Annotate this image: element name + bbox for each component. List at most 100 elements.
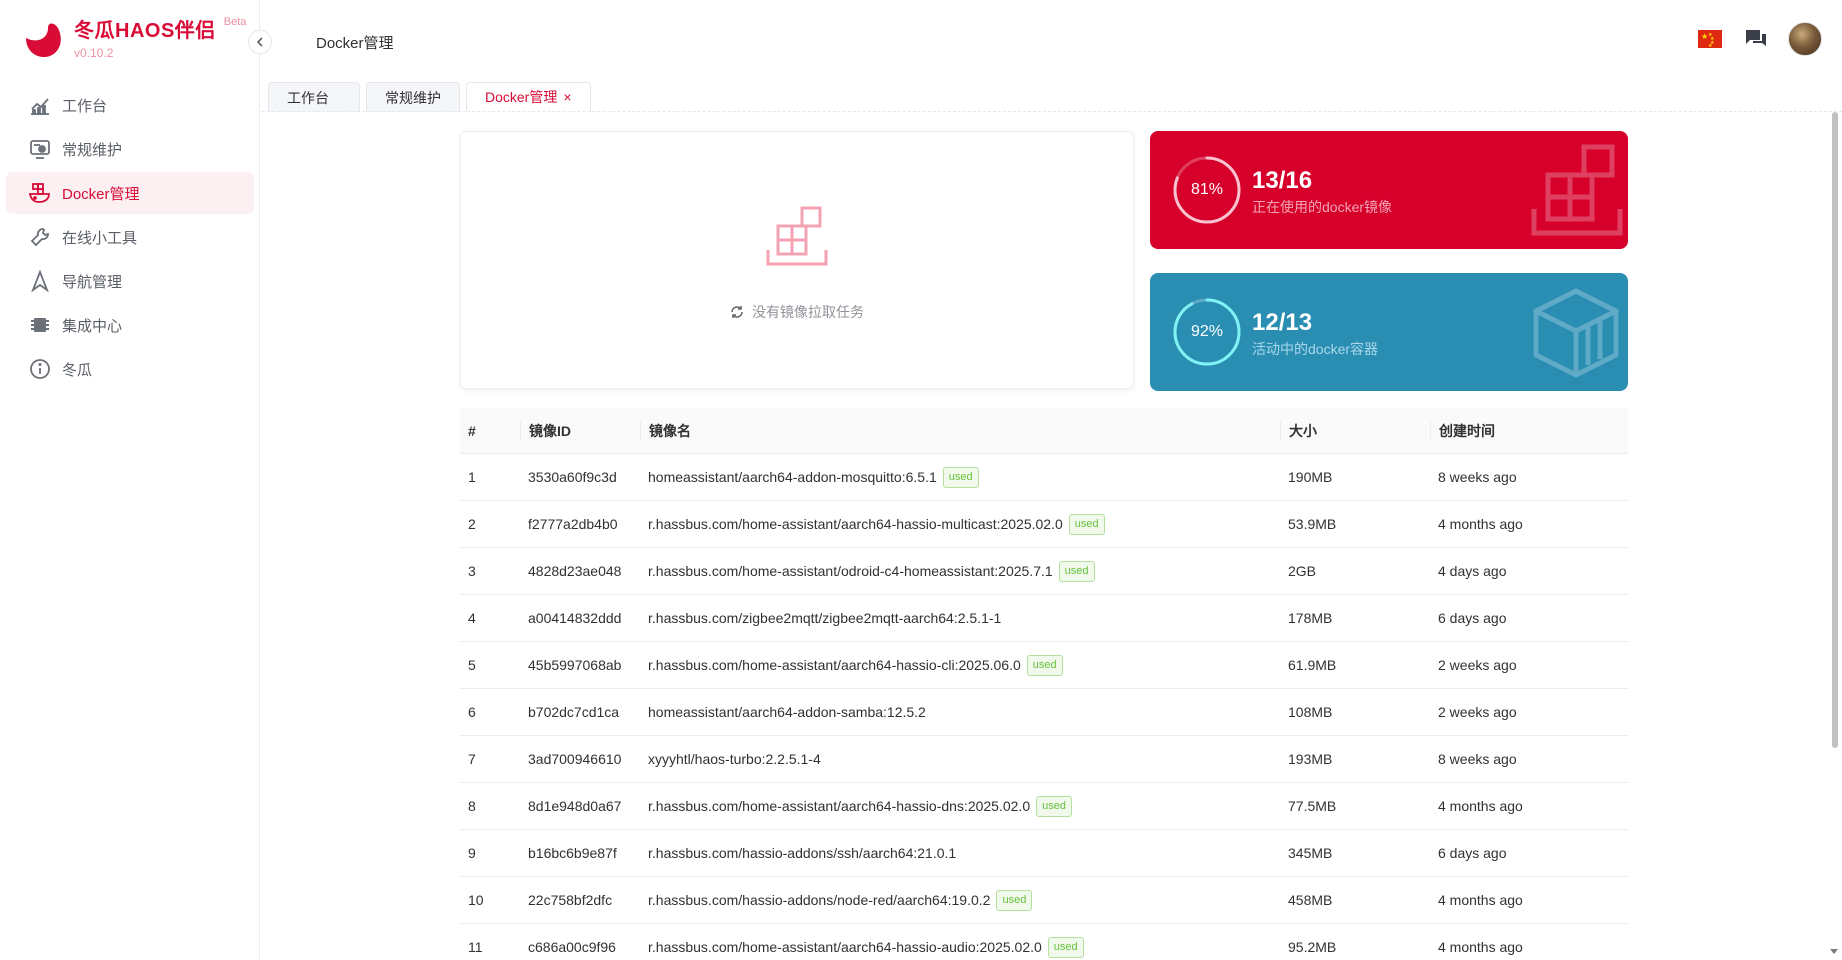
image-size-cell: 458MB (1280, 892, 1430, 908)
scrollbar-thumb[interactable] (1832, 112, 1838, 748)
image-size-cell-text: 77.5MB (1288, 798, 1337, 814)
row-index: 7 (460, 751, 520, 767)
sidebar-item-docker[interactable]: Docker管理 (6, 172, 254, 214)
row-index: 11 (460, 939, 520, 955)
row-index-text: 6 (468, 704, 476, 720)
image-id-cell: 3ad700946610 (520, 751, 640, 767)
image-table: # 镜像ID 镜像名 大小 创建时间 1 3530a60f9c3d homeassi… (460, 408, 1628, 960)
row-index: 9 (460, 845, 520, 861)
sidebar-item-integrations[interactable]: 集成中心 (6, 304, 254, 346)
tab-docker[interactable]: Docker管理 × (466, 82, 591, 112)
image-usage-label: 正在使用的docker镜像 (1252, 199, 1393, 215)
created-time-cell-text: 8 weeks ago (1438, 751, 1517, 767)
image-id-cell-text: a00414832ddd (528, 610, 622, 626)
created-time-cell: 4 days ago (1430, 563, 1628, 579)
created-time-cell: 6 days ago (1430, 610, 1628, 626)
tab-bar: 工作台 常规维护 Docker管理 × (268, 82, 597, 112)
used-tag: used (1026, 654, 1063, 676)
image-id-cell: c686a00c9f96 (520, 939, 640, 955)
created-time-cell-text: 4 months ago (1438, 939, 1523, 955)
pull-status-text: 没有镜像拉取任务 (752, 304, 864, 320)
image-id-cell-text: 8d1e948d0a67 (528, 798, 622, 814)
image-id-cell: 45b5997068ab (520, 657, 640, 673)
row-index-text: 11 (468, 939, 483, 955)
table-row[interactable]: 7 3ad700946610 xyyyhtl/haos-turbo:2.2.5.1-… (460, 736, 1628, 783)
column-header-index: # (468, 422, 476, 439)
created-time-cell: 2 weeks ago (1430, 704, 1628, 720)
row-index-text: 2 (468, 516, 476, 532)
row-index: 4 (460, 610, 520, 626)
created-time-cell-text: 6 days ago (1438, 845, 1507, 861)
table-row[interactable]: 6 b702dc7cd1ca homeassistant/aarch64-addon… (460, 689, 1628, 736)
image-id-cell: f2777a2db4b0 (520, 516, 640, 532)
row-index-text: 1 (468, 469, 476, 485)
avatar[interactable] (1788, 22, 1822, 56)
table-row[interactable]: 4 a00414832ddd r.hassbus.com/zigbee2mqtt/z… (460, 595, 1628, 642)
image-id-cell: 4828d23ae048 (520, 563, 640, 579)
image-size-cell: 77.5MB (1280, 798, 1430, 814)
image-usage-percent: 81% (1190, 181, 1224, 198)
image-pull-card: 没有镜像拉取任务 (460, 131, 1134, 389)
created-time-cell-text: 4 months ago (1438, 892, 1523, 908)
maintenance-icon (28, 137, 52, 161)
row-index-text: 3 (468, 563, 476, 579)
image-name-cell-text: r.hassbus.com/hassio-addons/node-red/aar… (648, 892, 991, 908)
sidebar-nav: 工作台 常规维护 Docker管理 在线小工具 导航管理 集成中心 冬瓜 (0, 82, 260, 392)
image-size-cell: 53.9MB (1280, 516, 1430, 532)
used-tag: used (1058, 560, 1095, 582)
table-row[interactable]: 1 3530a60f9c3d homeassistant/aarch64-addon… (460, 454, 1628, 501)
image-name-cell: r.hassbus.com/hassio-addons/ssh/aarch64:… (640, 845, 1280, 861)
table-row[interactable]: 10 22c758bf2dfc r.hassbus.com/hassio-addon… (460, 877, 1628, 924)
sidebar-item-navigation[interactable]: 导航管理 (6, 260, 254, 302)
chart-line-icon (28, 93, 52, 117)
sidebar-item-workbench[interactable]: 工作台 (6, 84, 254, 126)
used-tag: used (1036, 795, 1072, 817)
table-row[interactable]: 5 45b5997068ab r.hassbus.com/home-assistan… (460, 642, 1628, 689)
row-index: 3 (460, 563, 520, 579)
sidebar-item-label: Docker管理 (62, 185, 140, 203)
table-row[interactable]: 2 f2777a2db4b0 r.hassbus.com/home-assistan… (460, 501, 1628, 548)
image-size-cell: 190MB (1280, 469, 1430, 485)
chevron-left-icon (256, 37, 263, 47)
sidebar-item-label: 集成中心 (62, 317, 123, 335)
table-row[interactable]: 9 b16bc6b9e87f r.hassbus.com/hassio-addons… (460, 830, 1628, 877)
boxes-icon (1531, 144, 1623, 236)
image-usage-card: 81% 13/16 正在使用的docker镜像 (1150, 131, 1628, 249)
language-flag-icon[interactable]: ★ ★ ★ ★ ★ (1698, 30, 1722, 49)
brand[interactable]: 冬瓜HAOS伴侣 Beta v0.10.2 (20, 16, 246, 68)
row-index-text: 9 (468, 845, 476, 861)
image-name-cell-text: r.hassbus.com/home-assistant/odroid-c4-h… (648, 563, 1053, 579)
image-name-cell: xyyyhtl/haos-turbo:2.2.5.1-4 (640, 751, 1280, 767)
chat-icon[interactable] (1742, 25, 1770, 53)
image-size-cell-text: 61.9MB (1288, 657, 1337, 673)
close-icon[interactable]: × (563, 89, 571, 105)
scroll-down-arrow[interactable] (1830, 949, 1838, 954)
sidebar-item-about[interactable]: 冬瓜 (6, 348, 254, 390)
table-row[interactable]: 3 4828d23ae048 r.hassbus.com/home-assistan… (460, 548, 1628, 595)
created-time-cell-text: 2 weeks ago (1438, 657, 1517, 673)
created-time-cell: 6 days ago (1430, 845, 1628, 861)
used-tag: used (1068, 513, 1105, 535)
image-name-cell: r.hassbus.com/home-assistant/aarch64-has… (640, 795, 1280, 817)
image-name-cell: homeassistant/aarch64-addon-mosquitto:6.… (640, 466, 1280, 488)
image-size-cell-text: 458MB (1288, 892, 1333, 908)
tab-workbench[interactable]: 工作台 (268, 82, 360, 112)
sidebar-item-label: 导航管理 (62, 273, 123, 291)
table-row[interactable]: 8 8d1e948d0a67 r.hassbus.com/home-assistan… (460, 783, 1628, 830)
sidebar-item-tools[interactable]: 在线小工具 (6, 216, 254, 258)
table-row[interactable]: 11 c686a00c9f96 r.hassbus.com/home-assista… (460, 924, 1628, 960)
image-name-cell-text: r.hassbus.com/home-assistant/aarch64-has… (648, 657, 1021, 673)
created-time-cell: 4 months ago (1430, 798, 1628, 814)
tab-maintenance[interactable]: 常规维护 (366, 82, 460, 112)
row-index: 1 (460, 469, 520, 485)
row-index: 8 (460, 798, 520, 814)
wrench-icon (28, 225, 52, 249)
integration-icon (28, 313, 52, 337)
sidebar-item-maintenance[interactable]: 常规维护 (6, 128, 254, 170)
sidebar: 冬瓜HAOS伴侣 Beta v0.10.2 工作台 常规维护 Docker管理 (0, 0, 260, 960)
tab-label: 工作台 (287, 89, 329, 106)
row-index-text: 7 (468, 751, 476, 767)
row-index: 2 (460, 516, 520, 532)
collapse-sidebar-button[interactable] (248, 30, 272, 54)
container-active-card: 92% 12/13 活动中的docker容器 (1150, 273, 1628, 391)
